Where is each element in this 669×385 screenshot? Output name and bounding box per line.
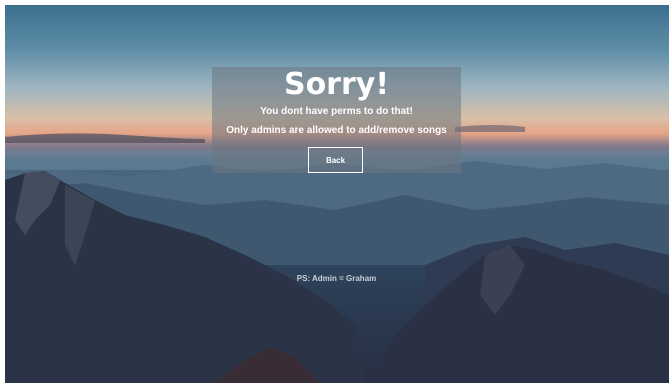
mountain-background (5, 125, 669, 383)
ps-admin-note: PS: Admin = Graham (296, 274, 377, 283)
error-title: Sorry! (283, 67, 390, 102)
page-frame: Sorry! You dont have perms to do that! O… (5, 5, 669, 383)
error-message-secondary: Only admins are allowed to add/remove so… (226, 125, 447, 136)
error-message-primary: You dont have perms to do that! (260, 106, 413, 117)
back-button[interactable]: Back (308, 147, 363, 173)
